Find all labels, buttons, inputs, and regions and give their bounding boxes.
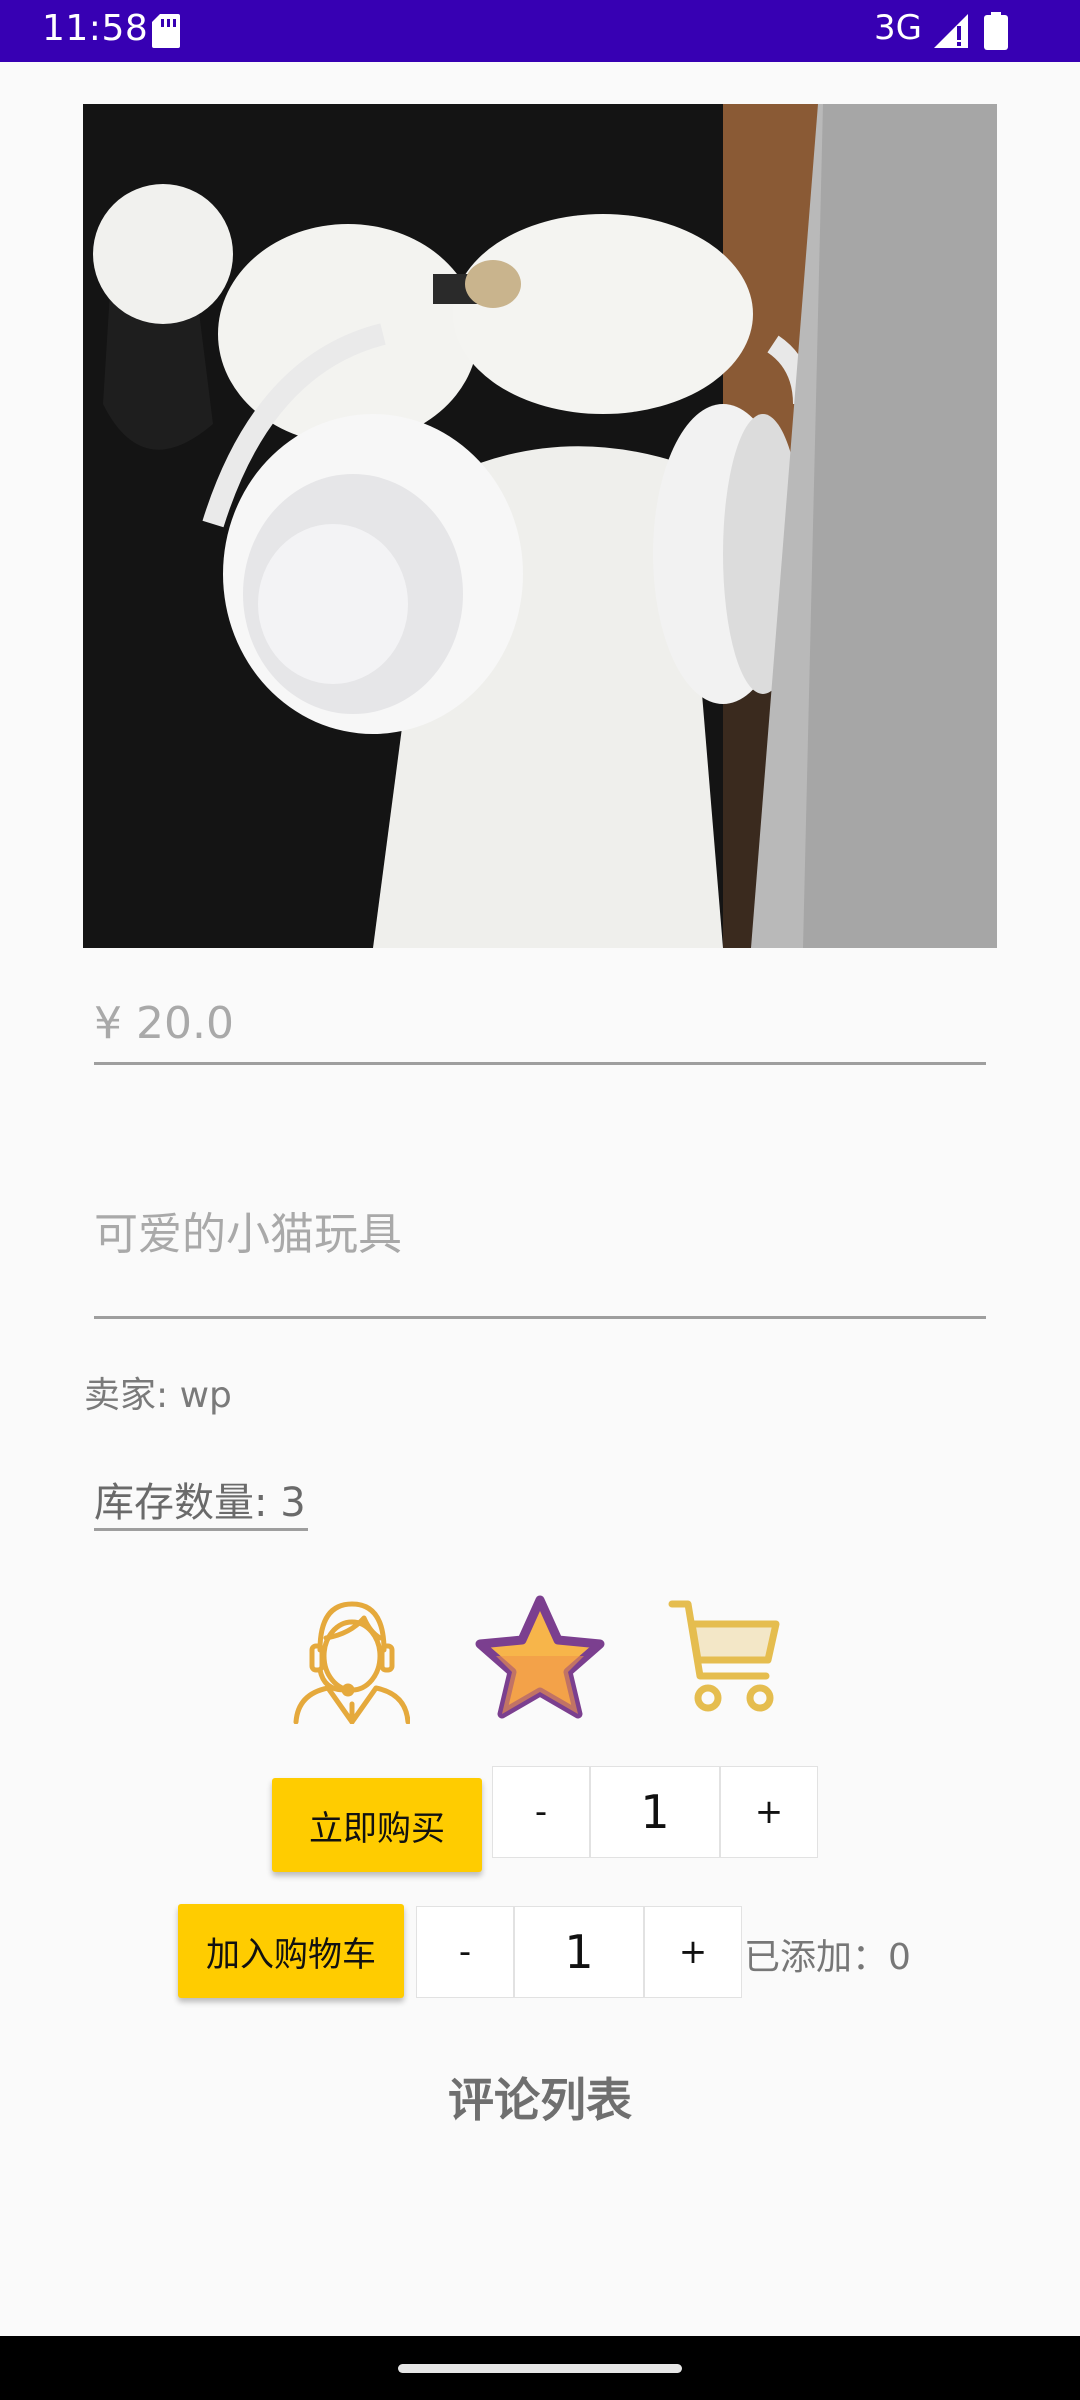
seller-label: 卖家: wp	[84, 1375, 232, 1416]
sd-card-icon	[152, 14, 180, 48]
favorite-star-icon[interactable]	[474, 1594, 606, 1724]
buy-quantity-increment-button[interactable]: +	[720, 1766, 818, 1858]
battery-icon	[984, 12, 1008, 50]
price-text: ¥ 20.0	[94, 998, 234, 1049]
cart-quantity-increment-button[interactable]: +	[644, 1906, 742, 1998]
network-type: 3G	[874, 8, 922, 48]
cart-quantity-decrement-button[interactable]: -	[416, 1906, 514, 1998]
shopping-cart-icon[interactable]	[668, 1594, 782, 1724]
comments-title: 评论列表	[448, 2073, 632, 2127]
product-image	[83, 104, 997, 948]
added-count-label: 已添加：0	[744, 1937, 911, 1978]
stock-field[interactable]: 库存数量: 3	[94, 1470, 308, 1531]
status-time: 11:58	[42, 8, 149, 49]
product-title-text: 可爱的小猫玩具	[94, 1209, 402, 1260]
buy-quantity-decrement-button[interactable]: -	[492, 1766, 590, 1858]
home-gesture-handle[interactable]	[398, 2364, 682, 2373]
price-field[interactable]: ¥ 20.0	[94, 994, 986, 1065]
product-title-field[interactable]: 可爱的小猫玩具	[94, 1190, 986, 1319]
cart-quantity-value[interactable]: 1	[514, 1906, 644, 1998]
buy-now-button[interactable]: 立即购买	[272, 1778, 482, 1872]
signal-icon	[934, 14, 968, 48]
navigation-bar	[0, 2336, 1080, 2400]
buy-quantity-value[interactable]: 1	[590, 1766, 720, 1858]
add-to-cart-button[interactable]: 加入购物车	[178, 1904, 404, 1998]
status-bar: 11:58 3G	[0, 0, 1080, 62]
customer-service-icon[interactable]	[290, 1594, 410, 1724]
